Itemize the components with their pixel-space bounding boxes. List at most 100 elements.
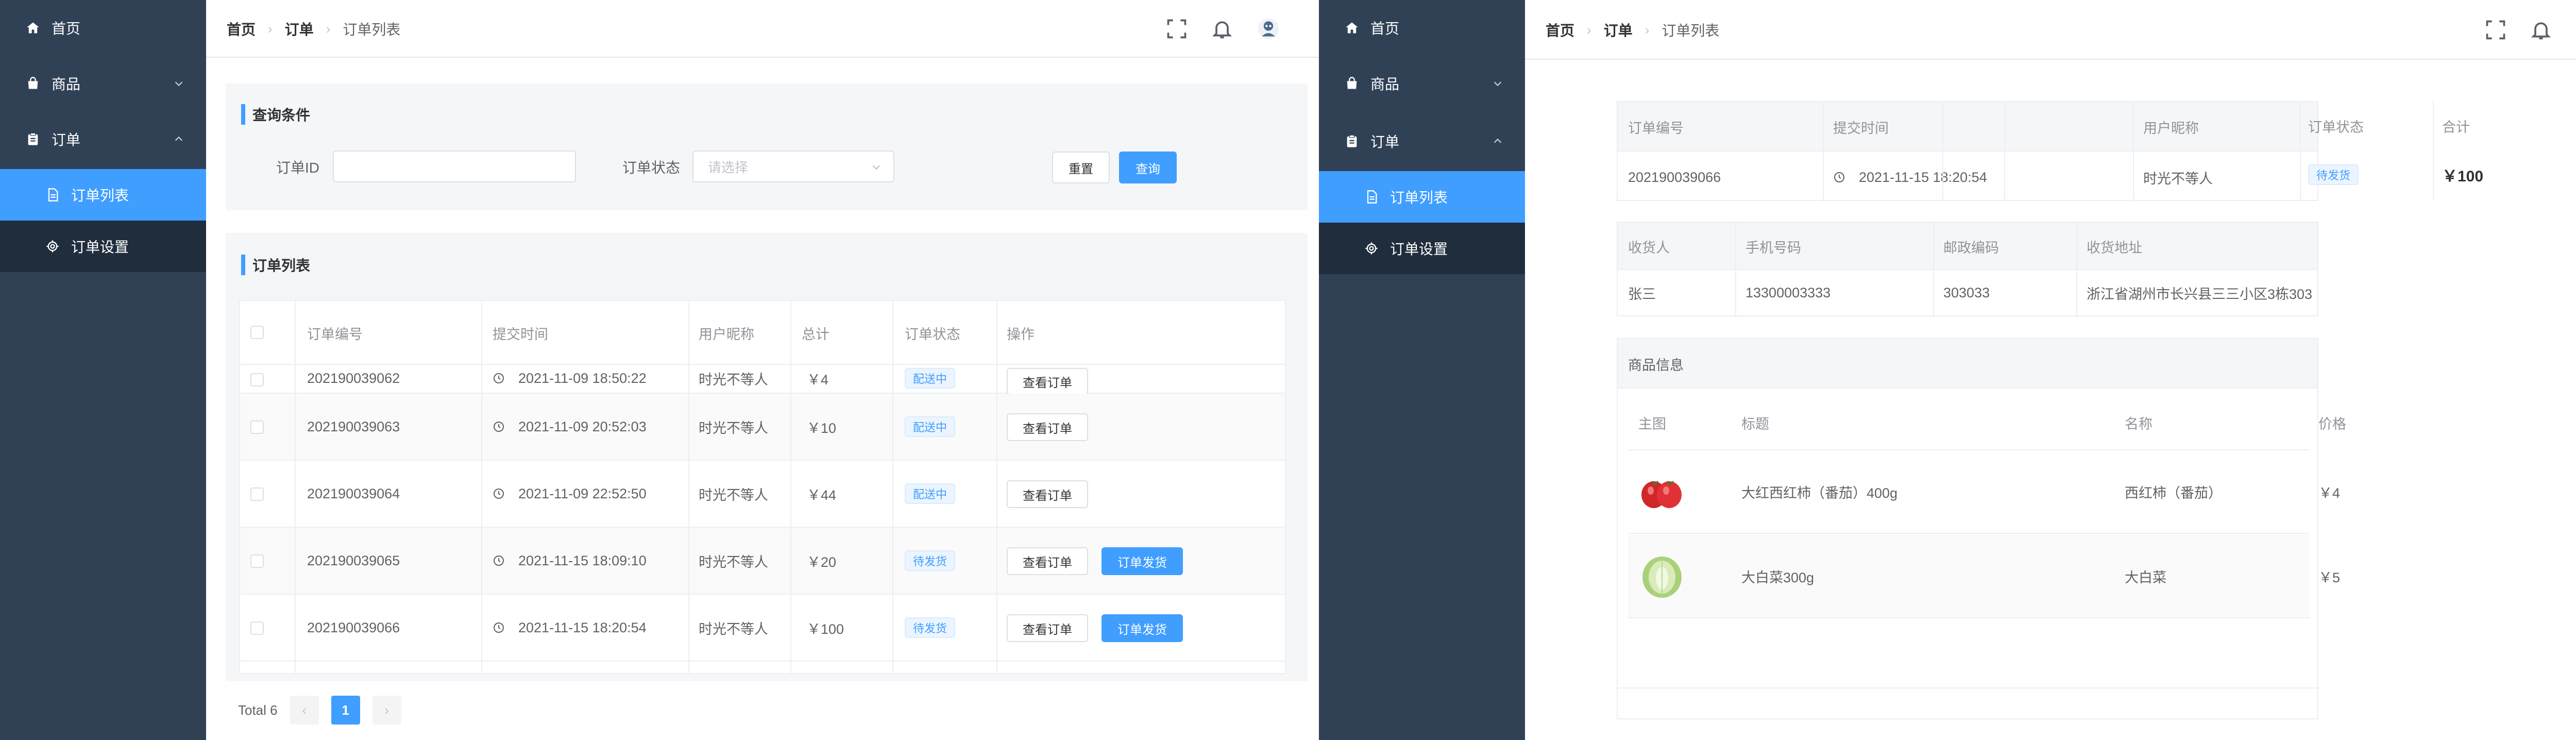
row-checkbox[interactable] (250, 621, 264, 635)
breadcrumb-current: 订单列表 (1662, 23, 1720, 39)
search-button[interactable]: 查询 (1119, 152, 1177, 183)
next-page-button[interactable]: › (372, 696, 401, 725)
chevron-up-icon (175, 136, 183, 141)
clock-icon (494, 623, 504, 633)
clipboard-icon (26, 132, 40, 146)
column-header: 订单编号 (1628, 120, 1684, 136)
breadcrumb-order[interactable]: 订单 (1604, 20, 1633, 40)
table-row: 202190039066 2021-11-15 18:20:54 时光不等人 ￥100… (240, 595, 1285, 662)
sidebar-item-order[interactable]: 订单 (1319, 113, 1525, 169)
sidebar-item-order[interactable]: 订单 (0, 111, 206, 167)
sidebar-item-order-settings[interactable]: 订单设置 (0, 221, 206, 272)
column-header: 主图 (1638, 416, 1666, 432)
sidebar-item-order-settings[interactable]: 订单设置 (1319, 223, 1525, 274)
reset-button[interactable]: 重置 (1052, 152, 1110, 183)
top-bar: 首页 › 订单 › 订单列表 (1525, 0, 2576, 60)
user-cell: 时光不等人 (699, 420, 768, 436)
breadcrumb-separator: › (326, 21, 331, 37)
column-header: 提交时间 (1833, 120, 1889, 136)
column-header: 邮政编码 (1943, 240, 1999, 256)
sidebar-item-label: 订单列表 (1390, 190, 1448, 206)
column-header: 用户昵称 (699, 326, 754, 342)
sidebar-item-home[interactable]: 首页 (1319, 0, 1525, 56)
view-order-button[interactable]: 查看订单 (1007, 480, 1088, 508)
receiver-name-value: 张三 (1628, 286, 1656, 302)
prev-page-button[interactable]: ‹ (290, 696, 319, 725)
status-cell: 配送中 (905, 368, 956, 389)
column-header: 订单状态 (2308, 119, 2364, 135)
order-id-value: 202190039066 (1628, 169, 1721, 185)
goods-price: ￥5 (2318, 569, 2341, 585)
divider (2004, 101, 2005, 201)
breadcrumb-separator: › (1645, 22, 1650, 38)
breadcrumb-home[interactable]: 首页 (1546, 20, 1574, 40)
sidebar-item-label: 首页 (52, 21, 81, 37)
clock-icon (494, 422, 504, 432)
cabbage-image (1642, 557, 1682, 598)
status-cell: 待发货 (905, 550, 956, 571)
page-number[interactable]: 1 (331, 696, 360, 725)
view-order-button[interactable]: 查看订单 (1007, 547, 1088, 575)
user-value: 时光不等人 (2143, 171, 2213, 187)
table-row: 202190039063 2021-11-09 20:52:03 时光不等人 ￥10 配… (240, 394, 1285, 461)
sidebar-item-goods[interactable]: 商品 (1319, 56, 1525, 111)
view-order-button[interactable]: 查看订单 (1007, 368, 1088, 395)
order-list-screen: 首页 商品 订单 订单列表 订单设置 首页 › 订单 › 订单列表 查询条件 订… (0, 0, 1319, 740)
goods-info-panel: 商品信息 主图 标题 名称 价格 大红西红柿（番茄）400g 西红柿（番茄） ￥… (1617, 338, 2346, 719)
sidebar-item-home[interactable]: 首页 (0, 0, 206, 56)
view-order-button[interactable]: 查看订单 (1007, 614, 1088, 642)
sidebar-item-order-list[interactable]: 订单列表 (1319, 171, 1525, 223)
select-all-checkbox[interactable] (250, 326, 264, 339)
column-header: 标题 (1741, 416, 1769, 432)
clipboard-icon (1345, 134, 1359, 148)
breadcrumb-order[interactable]: 订单 (285, 19, 314, 39)
divider (2300, 101, 2301, 201)
goods-info-title: 商品信息 (1628, 357, 1684, 373)
row-checkbox[interactable] (250, 487, 264, 501)
row-checkbox[interactable] (250, 554, 264, 568)
total-value: ￥100 (2442, 168, 2484, 185)
submit-time-cell: 2021-11-15 18:09:10 (493, 550, 647, 571)
bell-icon[interactable] (1211, 18, 1233, 40)
order-id-cell: 202190039065 (307, 552, 400, 568)
view-order-button[interactable]: 查看订单 (1007, 413, 1088, 441)
ship-order-button[interactable]: 订单发货 (1101, 614, 1183, 642)
status-badge: 待发货 (905, 617, 956, 638)
breadcrumb-home[interactable]: 首页 (227, 19, 256, 39)
status-badge: 配送中 (905, 416, 956, 437)
column-header: 合计 (2442, 119, 2470, 135)
order-id-cell: 202190039066 (307, 619, 400, 635)
column-header: 用户昵称 (2143, 120, 2199, 136)
fullscreen-icon[interactable] (2484, 19, 2507, 41)
home-icon (26, 21, 40, 35)
user-cell: 时光不等人 (699, 554, 768, 570)
list-item: 大白菜300g 大白菜 ￥5 (1628, 535, 2340, 618)
clock-icon (494, 373, 504, 383)
order-id-input[interactable] (333, 150, 576, 182)
fullscreen-icon[interactable] (1165, 18, 1188, 40)
shopping-bag-icon (1345, 76, 1359, 91)
submit-time-cell: 2021-11-09 20:52:03 (493, 416, 647, 437)
sidebar-item-label: 订单 (1370, 134, 1400, 150)
order-status-select[interactable]: 请选择 (692, 150, 894, 182)
row-checkbox[interactable] (250, 421, 264, 434)
breadcrumb: 首页 › 订单 › 订单列表 (227, 0, 400, 58)
avatar[interactable] (1257, 18, 1280, 40)
status-cell: 配送中 (905, 483, 956, 504)
ship-order-button[interactable]: 订单发货 (1101, 547, 1183, 575)
row-checkbox[interactable] (250, 373, 264, 386)
sidebar: 首页 商品 订单 订单列表 订单设置 (1319, 0, 1525, 740)
status-cell: 待发货 (905, 617, 956, 638)
sidebar-item-order-list[interactable]: 订单列表 (0, 169, 206, 221)
table-header: 订单编号 提交时间 用户昵称 总计 订单状态 操作 (240, 301, 1285, 365)
sidebar-item-goods[interactable]: 商品 (0, 56, 206, 111)
sidebar-item-label: 首页 (1370, 21, 1400, 37)
total-cell: ￥100 (807, 621, 844, 637)
sidebar-item-label: 订单列表 (71, 188, 129, 204)
status-badge: 待发货 (905, 550, 956, 571)
table-row: 202190039064 2021-11-09 22:52:50 时光不等人 ￥44 配… (240, 461, 1285, 528)
status-badge: 配送中 (905, 483, 956, 504)
document-icon (45, 188, 60, 202)
column-header: 订单状态 (905, 326, 960, 342)
bell-icon[interactable] (2530, 19, 2552, 41)
